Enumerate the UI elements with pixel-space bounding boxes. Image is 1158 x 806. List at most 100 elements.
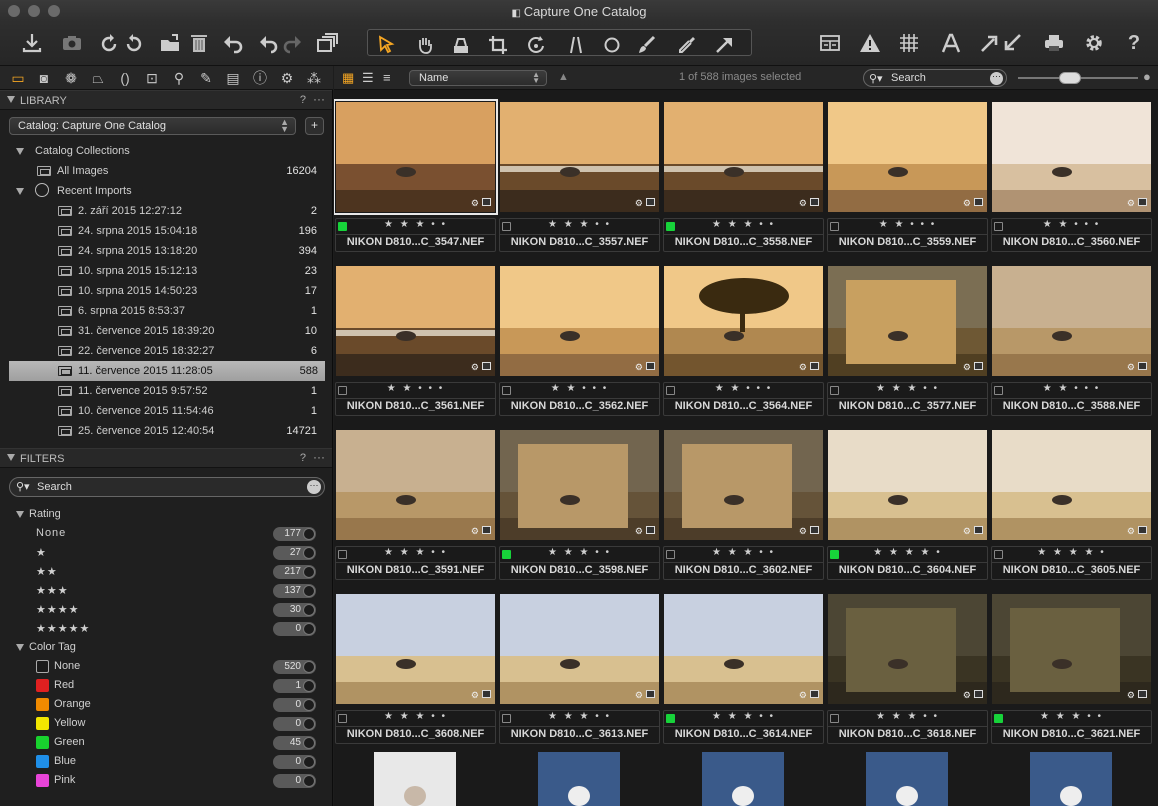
thumbnail-image[interactable]: ⚙ bbox=[828, 266, 987, 376]
thumbnail-image[interactable]: ⚙ bbox=[500, 594, 659, 704]
partial-thumbnail[interactable] bbox=[374, 752, 456, 806]
rating-filter-row[interactable]: ★ 27 bbox=[0, 543, 332, 562]
thumbnail-image[interactable]: ⚙ bbox=[828, 102, 987, 212]
star-rating[interactable]: ★ ★ • • • bbox=[992, 219, 1151, 230]
rating-filter-row[interactable]: ★★★ 137 bbox=[0, 581, 332, 600]
import-row[interactable]: 24. srpna 2015 13:18:20 394 bbox=[0, 241, 332, 261]
star-rating[interactable]: ★ ★ • • • bbox=[828, 219, 987, 230]
rotate-right-icon[interactable] bbox=[122, 30, 146, 56]
import-row[interactable]: 11. července 2015 11:28:05 588 bbox=[9, 361, 325, 381]
color-tag-filter-row[interactable]: Blue 0 bbox=[0, 752, 332, 771]
library-tab-icon[interactable]: ▭ bbox=[8, 69, 28, 87]
expand-icon[interactable] bbox=[976, 30, 1026, 56]
crop-tab-icon[interactable]: ⊡ bbox=[142, 69, 162, 87]
disclosure-triangle-icon[interactable] bbox=[16, 188, 24, 195]
filters-header[interactable]: FILTERS ? ··· bbox=[0, 448, 332, 468]
partial-thumbnail[interactable] bbox=[538, 752, 620, 806]
eyedropper-icon[interactable] bbox=[674, 32, 700, 58]
import-row[interactable]: 10. července 2015 11:54:46 1 bbox=[0, 401, 332, 421]
color-tag-group-header[interactable]: Color Tag bbox=[0, 638, 332, 658]
color-tab-icon[interactable]: ❁ bbox=[61, 69, 81, 87]
disclosure-triangle-icon[interactable] bbox=[16, 511, 24, 518]
crop-overlay-icon[interactable] bbox=[448, 32, 474, 58]
disclosure-triangle-icon[interactable] bbox=[16, 644, 24, 651]
thumbnail-image[interactable]: ⚙ bbox=[500, 266, 659, 376]
import-row[interactable]: 11. července 2015 9:57:52 1 bbox=[0, 381, 332, 401]
keystone-icon[interactable] bbox=[563, 32, 589, 58]
thumbnail-cell[interactable]: ⚙ ★ ★ ★ • • NIKON D810...C_3613.NEF bbox=[498, 582, 661, 746]
rating-count-toggle[interactable]: 27 bbox=[273, 546, 316, 560]
rating-filter-row[interactable]: ★★ 217 bbox=[0, 562, 332, 581]
crop-icon[interactable] bbox=[485, 32, 511, 58]
adjust-tab-icon[interactable]: ✎ bbox=[196, 69, 216, 87]
grid-overlay-icon[interactable] bbox=[897, 30, 921, 56]
import-row[interactable]: 2. září 2015 12:27:12 2 bbox=[0, 201, 332, 221]
toggle-knob[interactable] bbox=[303, 547, 315, 559]
settings-icon[interactable] bbox=[1082, 30, 1106, 56]
filmstrip-view-icon[interactable]: ≡ bbox=[383, 70, 391, 85]
color-tag-filter-row[interactable]: Pink 0 bbox=[0, 771, 332, 790]
thumbnail-cell[interactable]: ⚙ ★ ★ • • • NIKON D810...C_3588.NEF bbox=[990, 254, 1153, 418]
import-row[interactable]: 25. července 2015 12:40:54 14721 bbox=[0, 421, 332, 441]
toggle-knob[interactable] bbox=[303, 756, 315, 768]
color-tag-filter-row[interactable]: Yellow 0 bbox=[0, 714, 332, 733]
thumbnail-cell[interactable]: ⚙ ★ ★ • • • NIKON D810...C_3560.NEF bbox=[990, 90, 1153, 254]
color-count-toggle[interactable]: 0 bbox=[273, 717, 316, 731]
thumbnail-cell[interactable]: ⚙ ★ ★ • • • NIKON D810...C_3564.NEF bbox=[662, 254, 825, 418]
slider-knob[interactable] bbox=[1059, 72, 1082, 84]
browser-search-input[interactable]: ⚲▾ Search ··· bbox=[863, 69, 1007, 87]
star-rating[interactable]: ★ ★ ★ • • bbox=[500, 547, 659, 558]
arrow-tool-icon[interactable] bbox=[711, 32, 737, 58]
rating-filter-row[interactable]: ★★★★★ 0 bbox=[0, 619, 332, 638]
thumbnail-cell[interactable]: ⚙ ★ ★ • • • NIKON D810...C_3562.NEF bbox=[498, 254, 661, 418]
star-rating[interactable]: ★ ★ ★ • • bbox=[500, 711, 659, 722]
star-rating[interactable]: ★ ★ ★ ★ • bbox=[828, 547, 987, 558]
star-rating[interactable]: ★ ★ ★ • • bbox=[500, 219, 659, 230]
list-view-icon[interactable]: ☰ bbox=[362, 70, 374, 86]
thumbnail-cell[interactable]: ⚙ ★ ★ ★ • • NIKON D810...C_3618.NEF bbox=[826, 582, 989, 746]
text-overlay-icon[interactable] bbox=[938, 30, 964, 56]
partial-thumbnail[interactable] bbox=[1030, 752, 1112, 806]
star-rating[interactable]: ★ ★ • • • bbox=[992, 383, 1151, 394]
rating-count-toggle[interactable]: 217 bbox=[273, 565, 316, 579]
filters-more-icon[interactable]: ··· bbox=[313, 450, 325, 464]
color-count-toggle[interactable]: 1 bbox=[273, 679, 316, 693]
star-rating[interactable]: ★ ★ ★ • • bbox=[336, 711, 495, 722]
rating-group-header[interactable]: Rating bbox=[0, 505, 332, 525]
disclosure-triangle-icon[interactable] bbox=[16, 148, 24, 155]
thumbnail-image[interactable]: ⚙ bbox=[664, 266, 823, 376]
toggle-knob[interactable] bbox=[303, 623, 315, 635]
move-to-folder-icon[interactable] bbox=[158, 30, 182, 56]
filter-search-input[interactable]: ⚲▾ Search ··· bbox=[9, 477, 325, 497]
collapse-triangle-icon[interactable] bbox=[7, 454, 15, 461]
warning-icon[interactable] bbox=[858, 30, 882, 56]
exposure-tab-icon[interactable]: ⏢ bbox=[88, 69, 108, 87]
grid-view-icon[interactable]: ▦ bbox=[342, 70, 354, 86]
toggle-knob[interactable] bbox=[303, 661, 315, 673]
color-count-toggle[interactable]: 0 bbox=[273, 698, 316, 712]
star-rating[interactable]: ★ ★ • • • bbox=[500, 383, 659, 394]
star-rating[interactable]: ★ ★ ★ • • bbox=[664, 547, 823, 558]
thumbnail-image[interactable]: ⚙ bbox=[336, 430, 495, 540]
rating-filter-row[interactable]: ★★★★ 30 bbox=[0, 600, 332, 619]
star-rating[interactable]: ★ ★ ★ • • bbox=[336, 219, 495, 230]
recent-imports-row[interactable]: Recent Imports bbox=[0, 181, 332, 201]
library-header[interactable]: LIBRARY ? ··· bbox=[0, 90, 332, 110]
thumbnail-cell[interactable]: ⚙ ★ ★ ★ • • NIKON D810...C_3621.NEF bbox=[990, 582, 1153, 746]
import-row[interactable]: 22. července 2015 18:32:27 6 bbox=[0, 341, 332, 361]
variants-icon[interactable] bbox=[315, 30, 339, 56]
thumbnail-image[interactable]: ⚙ bbox=[500, 430, 659, 540]
trash-icon[interactable] bbox=[187, 30, 211, 56]
library-help[interactable]: ? bbox=[300, 94, 306, 106]
color-count-toggle[interactable]: 0 bbox=[273, 774, 316, 788]
rotate-left-icon[interactable] bbox=[97, 30, 121, 56]
brush-icon[interactable] bbox=[634, 32, 660, 58]
color-tag-filter-row[interactable]: None 520 bbox=[0, 657, 332, 676]
import-icon[interactable] bbox=[20, 30, 44, 56]
sort-by-select[interactable]: Name ▲ ▼ bbox=[409, 70, 547, 86]
toggle-knob[interactable] bbox=[303, 566, 315, 578]
rating-count-toggle[interactable]: 30 bbox=[273, 603, 316, 617]
undo-icon[interactable] bbox=[221, 30, 245, 56]
import-row[interactable]: 10. srpna 2015 14:50:23 17 bbox=[0, 281, 332, 301]
import-row[interactable]: 31. července 2015 18:39:20 10 bbox=[0, 321, 332, 341]
